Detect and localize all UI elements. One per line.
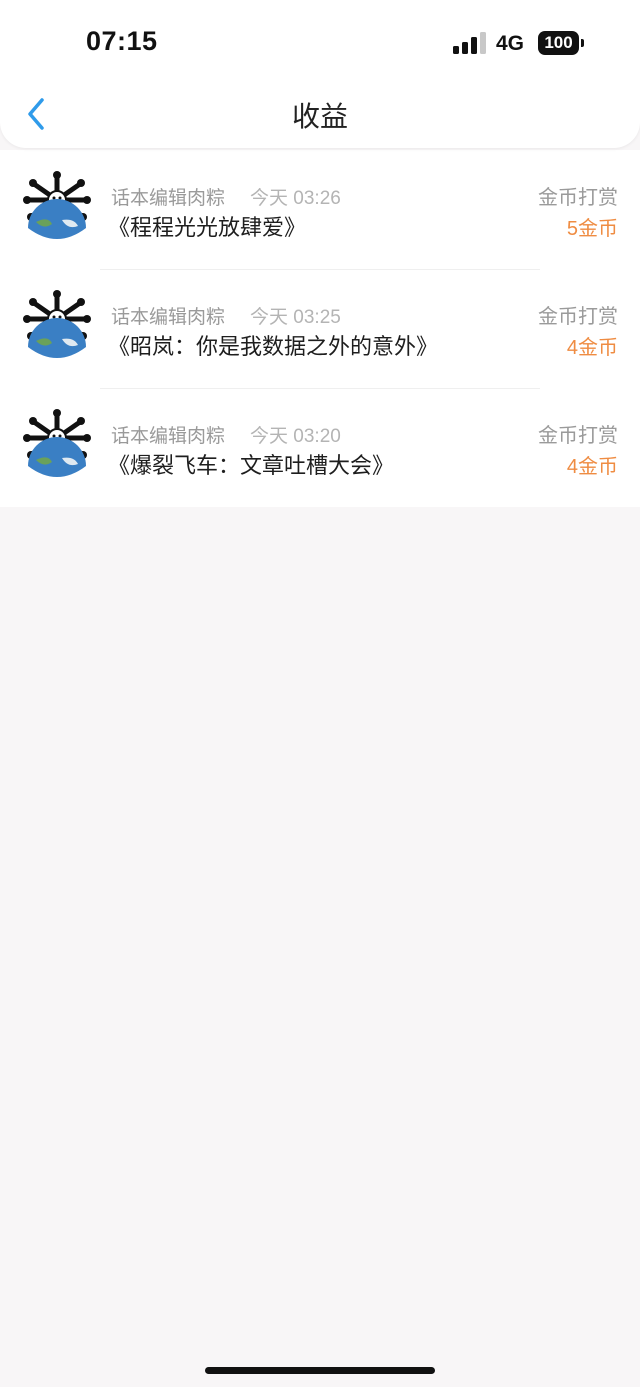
page-title: 收益 [291, 101, 348, 132]
battery-level: 100 [538, 31, 579, 55]
work-title[interactable]: 《爆裂飞车：文章吐槽大会》 [108, 448, 394, 480]
top-bar: 07:15 4G 100 收益 [0, 0, 640, 148]
earth-avatar-icon[interactable] [22, 289, 92, 365]
list-item[interactable]: 话本编辑肉粽 今天 03:26 《程程光光放肆爱》 金币打赏 5金币 [0, 150, 640, 269]
work-title[interactable]: 《昭岚：你是我数据之外的意外》 [108, 329, 438, 361]
sender-name: 话本编辑肉粽 [111, 307, 226, 328]
sender-name: 话本编辑肉粽 [111, 426, 226, 447]
reward-type: 金币打赏 [538, 306, 618, 328]
record-time: 今天 03:20 [250, 426, 341, 447]
battery-icon: 100 [538, 31, 584, 55]
earnings-list: 话本编辑肉粽 今天 03:26 《程程光光放肆爱》 金币打赏 5金币 话本编辑肉… [0, 150, 640, 507]
sender-name: 话本编辑肉粽 [111, 188, 226, 209]
network-type: 4G [496, 32, 525, 55]
status-time: 07:15 [86, 26, 158, 56]
reward-amount: 4金币 [566, 337, 618, 359]
reward-amount: 4金币 [566, 456, 618, 478]
record-time: 今天 03:26 [250, 188, 341, 209]
earth-avatar-icon[interactable] [22, 408, 92, 484]
earth-avatar-icon[interactable] [22, 170, 92, 246]
reward-amount: 5金币 [566, 218, 618, 240]
list-item[interactable]: 话本编辑肉粽 今天 03:20 《爆裂飞车：文章吐槽大会》 金币打赏 4金币 [0, 388, 640, 507]
signal-icon [453, 32, 486, 54]
battery-tip [581, 39, 584, 47]
home-indicator[interactable] [205, 1367, 435, 1374]
reward-type: 金币打赏 [538, 425, 618, 447]
work-title[interactable]: 《程程光光放肆爱》 [108, 210, 306, 242]
list-item[interactable]: 话本编辑肉粽 今天 03:25 《昭岚：你是我数据之外的意外》 金币打赏 4金币 [0, 269, 640, 388]
record-time: 今天 03:25 [250, 307, 341, 328]
reward-type: 金币打赏 [538, 187, 618, 209]
